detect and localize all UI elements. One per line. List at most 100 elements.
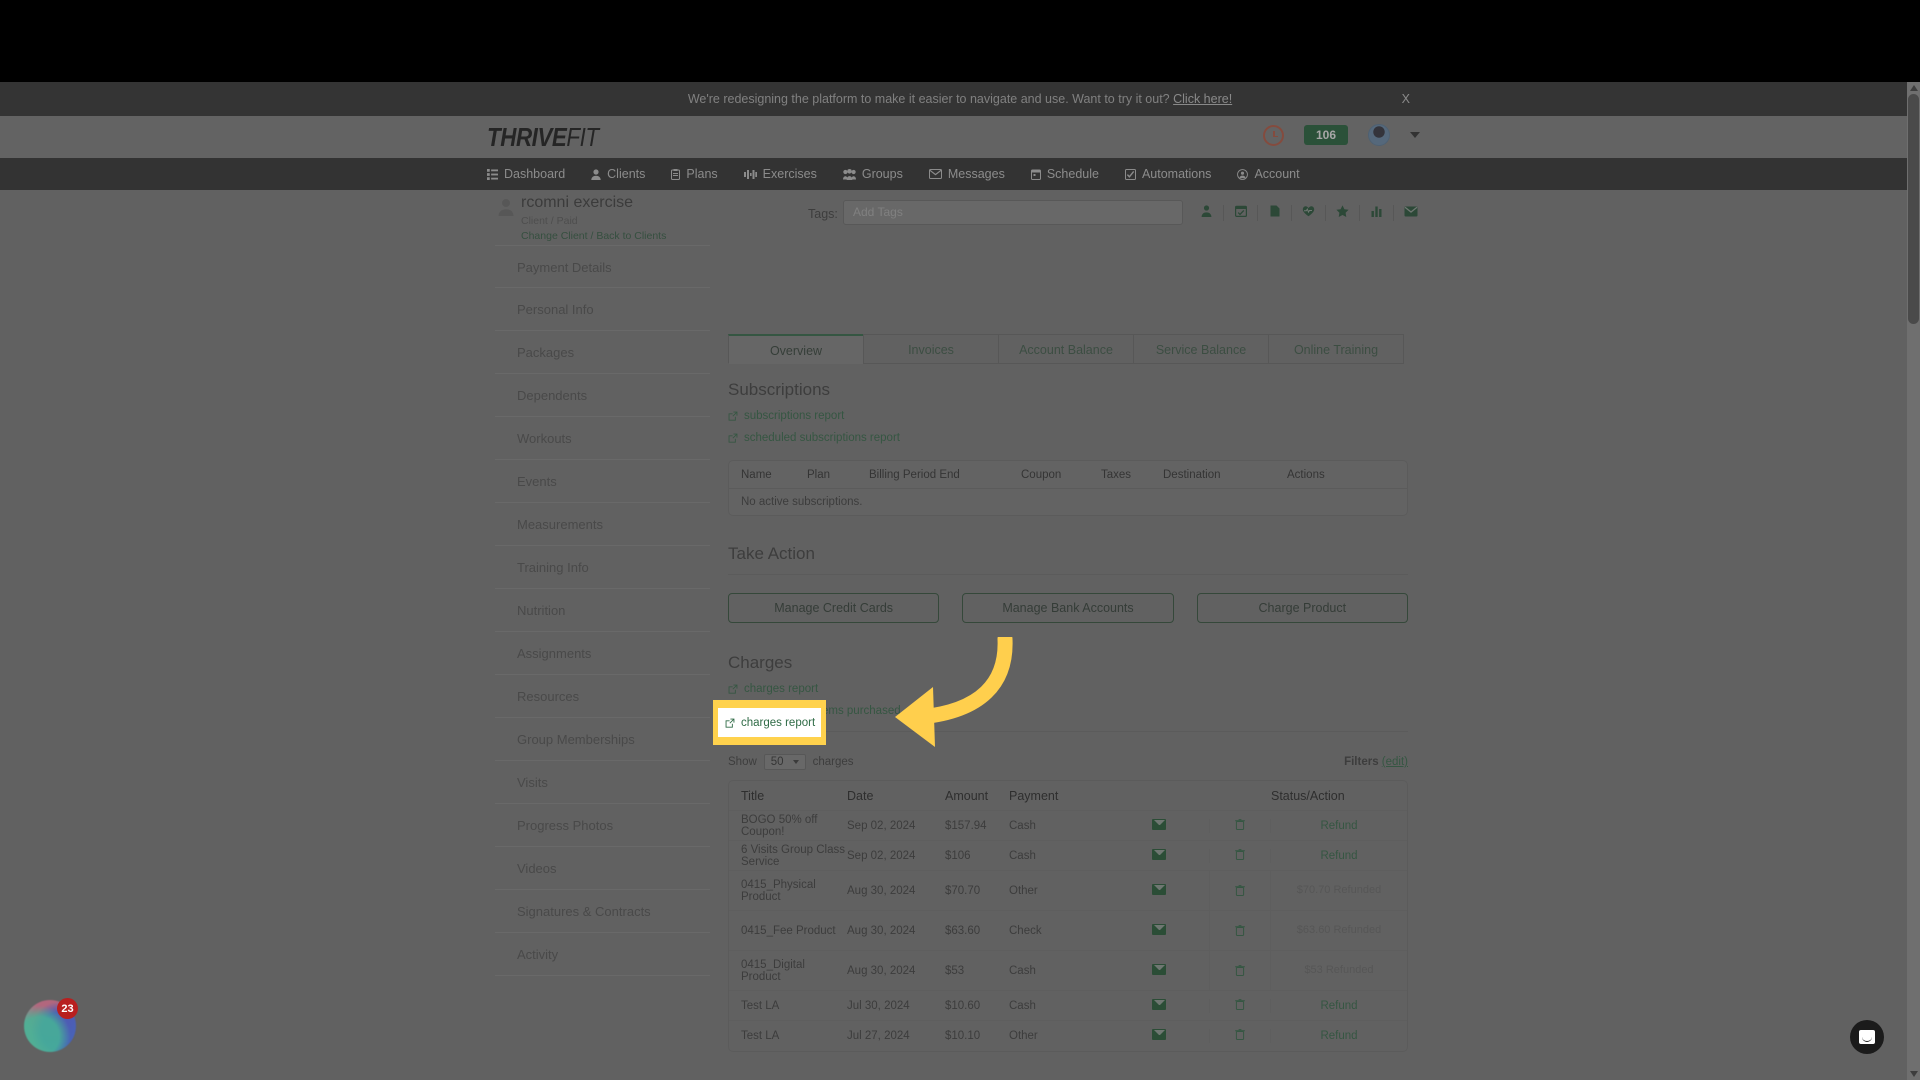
refund-button[interactable]: Refund [1271, 820, 1407, 832]
manage-credit-cards-button[interactable]: Manage Credit Cards [728, 593, 940, 623]
tab-overview[interactable]: Overview [728, 334, 864, 364]
nav-item-messages[interactable]: Messages [928, 167, 1005, 181]
heart-pulse-icon[interactable] [1292, 204, 1325, 222]
nav-item-account[interactable]: Account [1237, 167, 1300, 181]
nav-item-clients[interactable]: Clients [591, 167, 645, 181]
sidebar-item-events[interactable]: Events [495, 460, 710, 503]
breakdown-items-link[interactable]: breakdown of items purchased [728, 705, 1408, 717]
clock-icon[interactable] [1262, 124, 1284, 146]
sidebar-item-measurements[interactable]: Measurements [495, 503, 710, 546]
sidebar-item-group-memberships[interactable]: Group Memberships [495, 718, 710, 761]
table-row[interactable]: 0415_Digital Product Aug 30, 2024 $53 Ca… [729, 951, 1407, 991]
avatar[interactable] [1368, 124, 1390, 146]
envelope-icon [1152, 848, 1166, 860]
table-row[interactable]: Test LA Jul 27, 2024 $10.10 Other Refund [729, 1021, 1407, 1051]
nav-item-automations[interactable]: Automations [1124, 167, 1211, 181]
table-row[interactable]: Test LA Jul 30, 2024 $10.60 Cash Refund [729, 991, 1407, 1021]
tab-account-balance[interactable]: Account Balance [998, 334, 1134, 364]
refund-button[interactable]: Refund [1271, 1030, 1407, 1042]
subscriptions-title: Subscriptions [728, 380, 831, 399]
send-receipt-button[interactable] [1109, 923, 1209, 938]
sidebar-item-payment-details[interactable]: Payment Details [495, 245, 710, 288]
table-row[interactable]: 6 Visits Group Class Service Sep 02, 202… [729, 841, 1407, 871]
nav-item-exercises[interactable]: Exercises [743, 167, 817, 181]
sidebar-item-progress-photos[interactable]: Progress Photos [495, 804, 710, 847]
sidebar-item-visits[interactable]: Visits [495, 761, 710, 804]
table-row[interactable]: 0415_Fee Product Aug 30, 2024 $63.60 Che… [729, 911, 1407, 951]
delete-charge-button[interactable] [1209, 951, 1271, 990]
tab-invoices[interactable]: Invoices [863, 334, 999, 364]
charges-report-link-highlighted[interactable]: charges report [718, 708, 821, 737]
nav-item-groups[interactable]: Groups [842, 167, 903, 181]
delete-charge-button[interactable] [1209, 1029, 1271, 1043]
logo[interactable]: THRIVEFIT [487, 122, 599, 153]
sidebar-item-dependents[interactable]: Dependents [495, 374, 710, 417]
table-row[interactable]: BOGO 50% off Coupon! Sep 02, 2024 $157.9… [729, 811, 1407, 841]
color-orb-widget[interactable]: 23 [24, 998, 78, 1052]
envelope-icon[interactable] [1394, 204, 1427, 222]
manage-bank-accounts-button[interactable]: Manage Bank Accounts [962, 593, 1174, 623]
external-link-icon [728, 684, 738, 694]
sidebar-item-nutrition[interactable]: Nutrition [495, 589, 710, 632]
link-label: charges report [744, 683, 819, 695]
document-icon[interactable] [1258, 204, 1291, 222]
nav-item-plans[interactable]: Plans [671, 167, 718, 181]
sidebar-item-resources[interactable]: Resources [495, 675, 710, 718]
column-header-billing-period-end: Billing Period End [869, 468, 960, 481]
charge-product-button[interactable]: Charge Product [1196, 593, 1408, 623]
delete-charge-button[interactable] [1209, 871, 1271, 910]
change-client-link[interactable]: Change Client [521, 230, 588, 242]
send-receipt-button[interactable] [1109, 1029, 1209, 1043]
sidebar-item-personal-info[interactable]: Personal Info [495, 288, 710, 331]
sidebar-item-packages[interactable]: Packages [495, 331, 710, 374]
send-receipt-button[interactable] [1109, 963, 1209, 978]
bar-chart-icon[interactable] [1360, 204, 1393, 222]
delete-charge-button[interactable] [1209, 818, 1271, 833]
back-to-clients-link[interactable]: Back to Clients [596, 230, 666, 242]
star-icon[interactable] [1326, 204, 1359, 222]
column-header-plan: Plan [807, 468, 831, 481]
sidebar-item-signatures-contracts[interactable]: Signatures & Contracts [495, 890, 710, 933]
send-receipt-button[interactable] [1109, 883, 1209, 898]
announcement-close-button[interactable]: X [1402, 82, 1410, 116]
nav-item-schedule[interactable]: Schedule [1030, 167, 1099, 181]
scrollbar-thumb[interactable] [1908, 94, 1919, 324]
envelope-icon [1152, 1029, 1166, 1040]
send-receipt-button[interactable] [1109, 848, 1209, 863]
scheduled-subscriptions-report-link[interactable]: scheduled subscriptions report [728, 432, 1408, 444]
send-receipt-button[interactable] [1109, 818, 1209, 833]
delete-charge-button[interactable] [1209, 848, 1271, 863]
sidebar-item-workouts[interactable]: Workouts [495, 417, 710, 460]
delete-charge-button[interactable] [1209, 998, 1271, 1013]
table-row[interactable]: 0415_Physical Product Aug 30, 2024 $70.7… [729, 871, 1407, 911]
delete-charge-button[interactable] [1209, 911, 1271, 950]
announcement-link[interactable]: Click here! [1173, 92, 1232, 106]
refund-button[interactable]: Refund [1271, 1000, 1407, 1012]
tab-online-training[interactable]: Online Training [1268, 334, 1404, 364]
tags-input[interactable]: Add Tags [843, 200, 1183, 225]
sidebar-item-activity[interactable]: Activity [495, 933, 710, 976]
calendar-check-icon[interactable] [1224, 204, 1257, 222]
cell-title: BOGO 50% off Coupon! [741, 813, 818, 838]
cell-payment: Cash [1009, 849, 1036, 862]
nav-label: Dashboard [504, 167, 566, 181]
chevron-down-icon[interactable] [1410, 132, 1420, 138]
charges-report-link[interactable]: charges report [728, 683, 1408, 695]
refund-button[interactable]: Refund [1271, 850, 1407, 862]
person-icon[interactable] [1190, 204, 1223, 222]
nav-item-dashboard[interactable]: Dashboard [487, 167, 565, 181]
page-scrollbar[interactable] [1907, 82, 1920, 1080]
sidebar-item-videos[interactable]: Videos [495, 847, 710, 890]
chat-widget-button[interactable] [1850, 1020, 1884, 1054]
filters-edit-link[interactable]: (edit) [1382, 756, 1408, 768]
page-size-select[interactable]: 50 [763, 754, 806, 770]
charges-section: Charges charges report breakdown of item… [728, 653, 1408, 732]
scroll-up-icon[interactable] [1910, 85, 1918, 91]
scroll-down-icon[interactable] [1910, 1071, 1918, 1077]
sidebar-item-assignments[interactable]: Assignments [495, 632, 710, 675]
send-receipt-button[interactable] [1109, 998, 1209, 1013]
sidebar-item-training-info[interactable]: Training Info [495, 546, 710, 589]
count-badge[interactable]: 106 [1303, 125, 1348, 145]
tab-service-balance[interactable]: Service Balance [1133, 334, 1269, 364]
subscriptions-report-link[interactable]: subscriptions report [728, 410, 1408, 422]
